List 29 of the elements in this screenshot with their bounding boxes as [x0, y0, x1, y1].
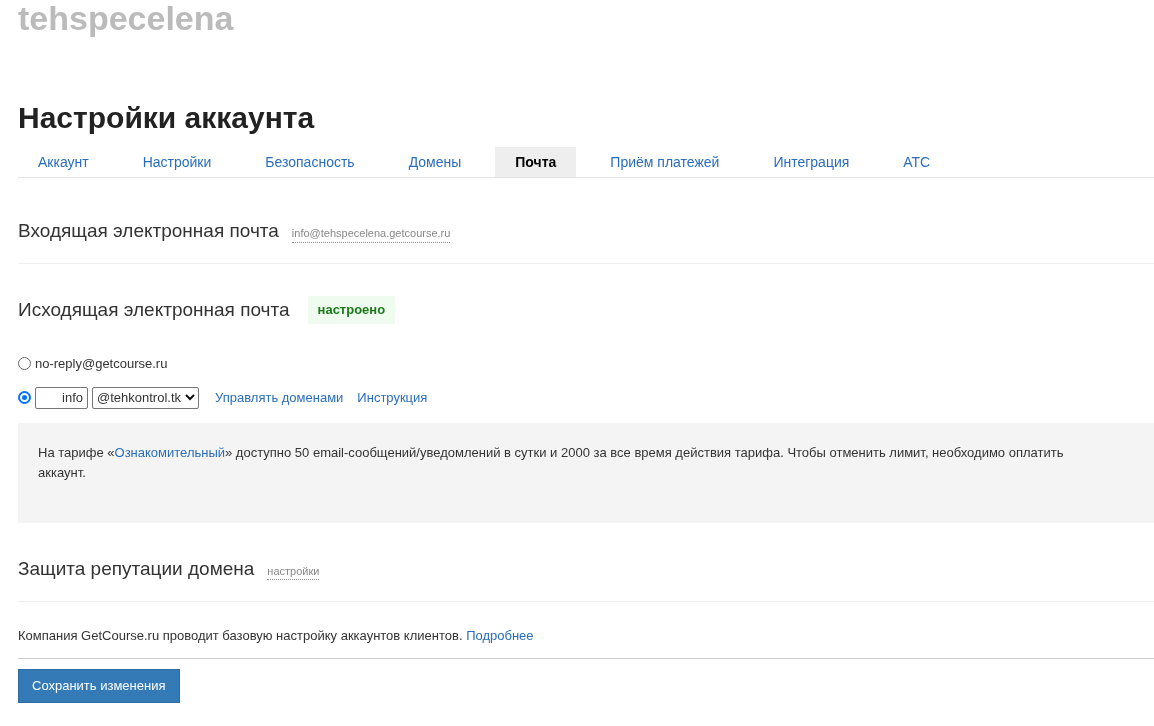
link[interactable]: Инструкция [357, 387, 428, 408]
tab[interactable]: Приём платежей [590, 147, 740, 177]
settings-link[interactable]: настройки [267, 562, 320, 580]
section-title: Защита репутации домена [18, 556, 255, 581]
tab[interactable]: Настройки [122, 147, 232, 177]
link[interactable]: Подробнее [466, 628, 534, 643]
tab[interactable]: Домены [388, 147, 482, 177]
caret-icon [185, 394, 195, 401]
input-field[interactable]: info [35, 386, 88, 409]
tab[interactable]: Почта [495, 147, 577, 177]
radio-button[interactable] [18, 357, 31, 371]
domain-select[interactable]: @tehkontrol.tk [92, 386, 199, 409]
footer-note: Компания GetCourse.ru проводит базовую настройку аккаунтов клиентов. Подробнее [18, 602, 1154, 659]
tab[interactable]: Безопасность [245, 147, 375, 177]
tab[interactable]: АТС [883, 147, 951, 177]
section-title: Входящая электронная почта [18, 219, 279, 243]
tab[interactable]: Интеграция [753, 147, 870, 177]
status-badge: настроено [307, 296, 396, 324]
email-address[interactable]: info@tehspecelena.getcourse.ru [291, 225, 451, 243]
site-name: tehspecelena [18, 0, 234, 36]
link[interactable]: Ознакомительный [114, 444, 226, 460]
radio-button[interactable] [18, 391, 31, 404]
link[interactable]: Управлять доменами [215, 387, 344, 408]
save-button[interactable]: Сохранить изменения [18, 668, 180, 703]
page-title: Настройки аккаунта [18, 103, 315, 133]
tab[interactable]: Аккаунт [18, 147, 109, 177]
section-title: Исходящая электронная почта [18, 297, 290, 322]
notice-text: На тарифе «Ознакомительный» доступно 50 email-сообщений/уведомлений в сутки и 2000 за все время действия тарифа. Чтобы отменить лимит, необходимо оплатить аккаунт. [38, 443, 1065, 482]
radio-label: no-reply@getcourse.ru [35, 355, 168, 373]
